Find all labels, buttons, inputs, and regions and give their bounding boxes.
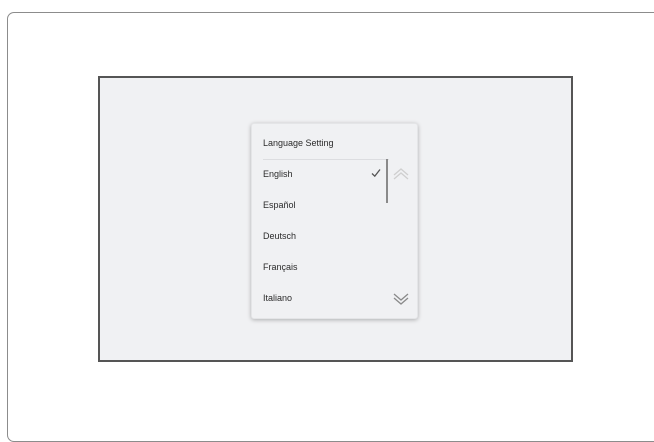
language-option-label: Italiano (263, 293, 293, 303)
language-option-francais[interactable]: Français (252, 253, 390, 284)
language-option-espanol[interactable]: Español (252, 191, 390, 222)
language-option-english[interactable]: English (252, 160, 390, 191)
language-option-deutsch[interactable]: Deutsch (252, 222, 390, 253)
language-option-label: English (263, 169, 293, 179)
language-option-label: Español (263, 200, 296, 210)
dialog-title: Language Setting (263, 138, 334, 148)
double-chevron-down-icon[interactable] (392, 292, 410, 306)
language-setting-dialog: Language Setting English Español Deutsch… (251, 123, 418, 319)
language-option-label: Français (263, 262, 298, 272)
double-chevron-up-icon[interactable] (392, 167, 410, 181)
check-icon (371, 169, 381, 178)
scroll-position-indicator[interactable] (386, 159, 388, 203)
language-option-label: Deutsch (263, 231, 297, 241)
display-screen: Language Setting English Español Deutsch… (98, 76, 573, 362)
language-option-italiano[interactable]: Italiano (252, 284, 390, 315)
